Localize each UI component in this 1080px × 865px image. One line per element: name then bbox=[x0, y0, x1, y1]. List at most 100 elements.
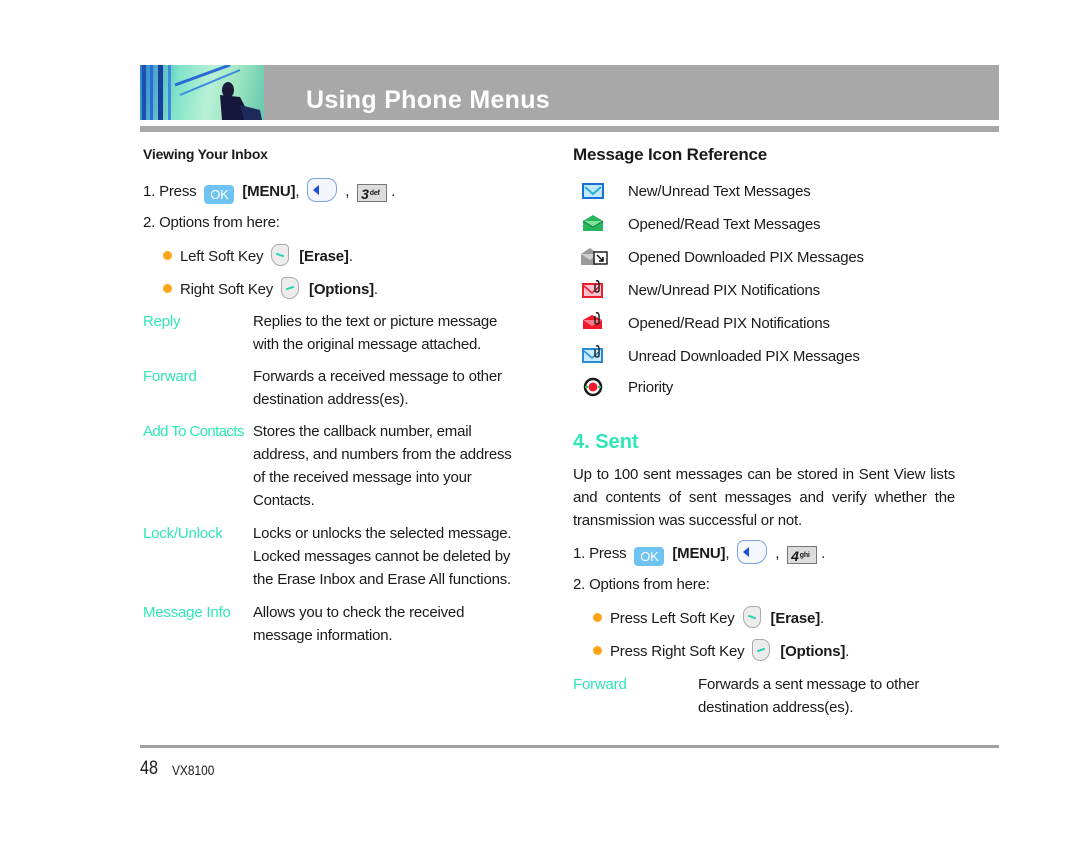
options-action: [Options] bbox=[309, 281, 374, 298]
left-nav-key-icon bbox=[737, 540, 768, 564]
sent-description: Up to 100 sent messages can be stored in… bbox=[573, 463, 955, 532]
desc-line: Contacts. bbox=[253, 492, 315, 509]
desc-line: Stores the callback number, email bbox=[253, 423, 472, 440]
footer-divider bbox=[140, 745, 999, 748]
section-title-icon-reference: Message Icon Reference bbox=[573, 145, 768, 164]
step-text: 1. Press bbox=[143, 183, 197, 200]
bullet-icon bbox=[163, 251, 172, 260]
comma: , bbox=[775, 545, 780, 562]
sent-bullet-erase: Press Left Soft Key [Erase]. bbox=[593, 606, 824, 630]
key-4-icon: 4ghi bbox=[787, 546, 818, 564]
inbox-step-2: 2. Options from here: bbox=[143, 214, 280, 231]
bullet-text: Press Left Soft Key bbox=[610, 610, 735, 627]
inbox-step-1: 1. Press OK [MENU], , 3def. bbox=[143, 178, 395, 204]
menu-label: [MENU] bbox=[242, 183, 296, 200]
icon-label: Priority bbox=[628, 379, 674, 396]
right-soft-key-icon bbox=[752, 639, 771, 661]
icon-label: Opened/Read Text Messages bbox=[628, 216, 821, 233]
period: . bbox=[391, 183, 396, 200]
key-3-icon: 3def bbox=[357, 184, 388, 202]
header-divider bbox=[140, 126, 999, 132]
para-line: Up to 100 sent messages can be stored in… bbox=[573, 466, 955, 483]
option-desc-forward: Forwards a received message to other des… bbox=[253, 365, 502, 411]
model-name: VX8100 bbox=[172, 762, 215, 778]
desc-line: Locked messages cannot be deleted by bbox=[253, 548, 511, 565]
option-term-lock-unlock: Lock/Unlock bbox=[143, 525, 223, 542]
unread-downloaded-pix-icon bbox=[582, 345, 604, 363]
icon-label: Unread Downloaded PIX Messages bbox=[628, 348, 860, 365]
comma: , bbox=[345, 183, 350, 200]
desc-line: address, and numbers from the address bbox=[253, 446, 512, 463]
header-photo bbox=[140, 65, 264, 120]
para-line: and contents of sent messages and verify… bbox=[573, 489, 955, 506]
bullet-icon bbox=[593, 613, 602, 622]
option-term-message-info: Message Info bbox=[143, 604, 231, 621]
page-number: 48 bbox=[140, 758, 158, 779]
option-desc-add-to-contacts: Stores the callback number, email addres… bbox=[253, 420, 512, 512]
sent-step-2: 2. Options from here: bbox=[573, 576, 710, 593]
desc-line: Replies to the text or picture message bbox=[253, 313, 498, 330]
left-soft-key-icon bbox=[271, 244, 290, 266]
desc-line: Allows you to check the received bbox=[253, 604, 465, 621]
ok-key-icon: OK bbox=[204, 185, 235, 204]
period: . bbox=[373, 281, 378, 298]
option-term-forward-sent: Forward bbox=[573, 676, 627, 693]
option-term-add-to-contacts: Add To Contacts bbox=[143, 423, 244, 440]
left-soft-key-icon bbox=[742, 606, 761, 628]
desc-line: with the original message attached. bbox=[253, 336, 482, 353]
icon-label: Opened/Read PIX Notifications bbox=[628, 315, 830, 332]
inbox-bullet-erase: Left Soft Key [Erase]. bbox=[163, 244, 353, 268]
opened-read-pix-notification-icon bbox=[582, 312, 604, 330]
options-action: [Options] bbox=[780, 643, 846, 660]
option-desc-lock-unlock: Locks or unlocks the selected message. L… bbox=[253, 522, 512, 591]
left-nav-key-icon bbox=[307, 178, 338, 202]
option-desc-forward-sent: Forwards a sent message to other destina… bbox=[698, 673, 919, 719]
option-desc-reply: Replies to the text or picture message w… bbox=[253, 310, 497, 356]
option-term-reply: Reply bbox=[143, 313, 181, 330]
section-title-viewing-inbox: Viewing Your Inbox bbox=[143, 146, 268, 162]
key-letters: def bbox=[369, 190, 380, 197]
icon-label: New/Unread Text Messages bbox=[628, 183, 811, 200]
page-title: Using Phone Menus bbox=[306, 86, 551, 114]
period: . bbox=[820, 610, 824, 627]
new-unread-pix-notification-icon bbox=[582, 280, 604, 298]
key-number: 3 bbox=[361, 186, 369, 202]
desc-line: Forwards a sent message to other bbox=[698, 676, 920, 693]
opened-read-text-icon bbox=[582, 214, 604, 232]
step-text: 1. Press bbox=[573, 545, 627, 562]
period: . bbox=[348, 248, 353, 265]
ok-key-icon: OK bbox=[634, 547, 665, 566]
period: . bbox=[845, 643, 850, 660]
icon-label: Opened Downloaded PIX Messages bbox=[628, 249, 864, 266]
option-term-forward: Forward bbox=[143, 368, 197, 385]
bullet-text: Left Soft Key bbox=[180, 248, 264, 265]
para-line: transmission was successful or not. bbox=[573, 512, 802, 529]
desc-line: destination address(es). bbox=[253, 391, 409, 408]
sent-step-1: 1. Press OK [MENU], , 4ghi. bbox=[573, 540, 825, 566]
comma: , bbox=[295, 183, 300, 200]
bullet-icon bbox=[163, 284, 172, 293]
erase-action: [Erase] bbox=[299, 248, 349, 265]
desc-line: destination address(es). bbox=[698, 699, 854, 716]
desc-line: of the received message into your bbox=[253, 469, 472, 486]
new-unread-text-icon bbox=[582, 182, 604, 200]
opened-downloaded-pix-icon bbox=[580, 246, 610, 265]
right-soft-key-icon bbox=[281, 277, 300, 299]
key-letters: ghi bbox=[799, 552, 810, 559]
section-title-sent: 4. Sent bbox=[573, 431, 639, 453]
bullet-text: Press Right Soft Key bbox=[610, 643, 745, 660]
icon-label: New/Unread PIX Notifications bbox=[628, 282, 820, 299]
bullet-text: Right Soft Key bbox=[180, 281, 274, 298]
sent-bullet-options: Press Right Soft Key [Options]. bbox=[593, 639, 849, 663]
comma: , bbox=[725, 545, 730, 562]
inbox-bullet-options: Right Soft Key [Options]. bbox=[163, 277, 378, 301]
priority-icon bbox=[583, 377, 605, 397]
desc-line: Forwards a received message to other bbox=[253, 368, 502, 385]
period: . bbox=[821, 545, 826, 562]
bullet-icon bbox=[593, 646, 602, 655]
key-number: 4 bbox=[791, 548, 799, 564]
desc-line: the Erase Inbox and Erase All functions. bbox=[253, 571, 511, 588]
desc-line: message information. bbox=[253, 627, 393, 644]
option-desc-message-info: Allows you to check the received message… bbox=[253, 601, 464, 647]
desc-line: Locks or unlocks the selected message. bbox=[253, 525, 512, 542]
